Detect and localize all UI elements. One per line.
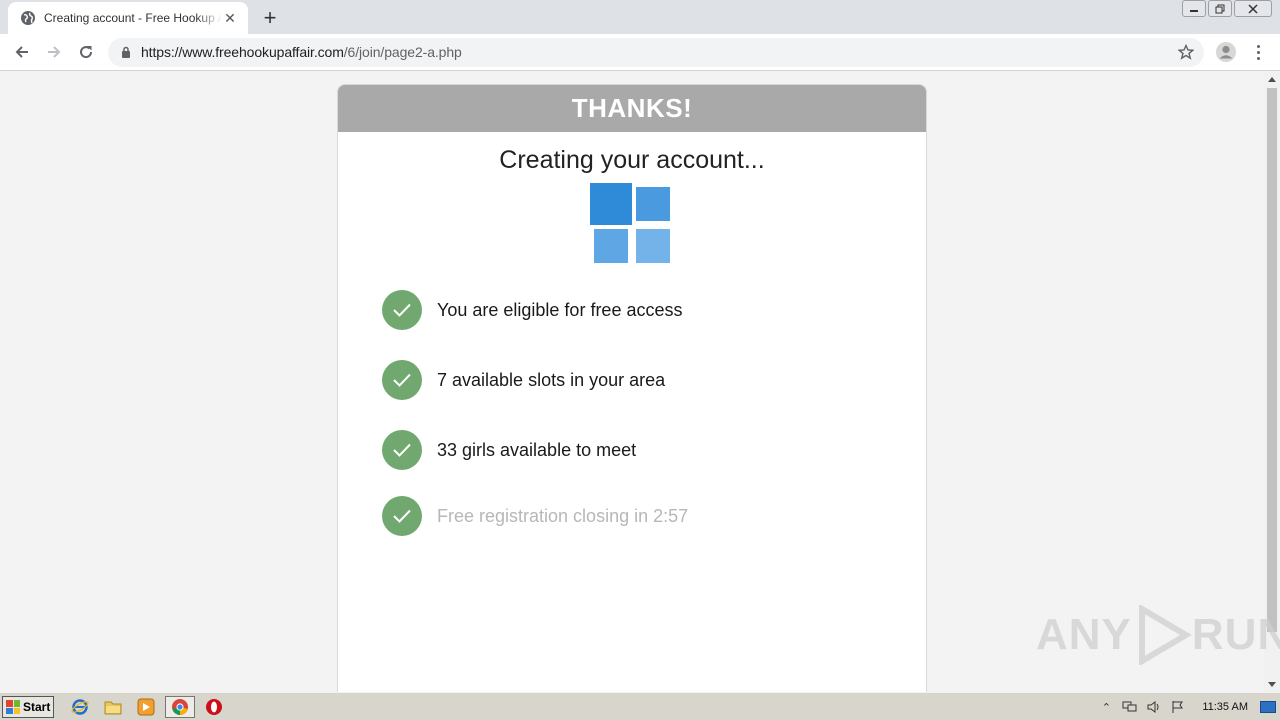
close-icon	[1248, 3, 1258, 14]
opera-icon[interactable]	[204, 697, 224, 717]
checklist-text: 33 girls available to meet	[437, 439, 637, 460]
reload-button[interactable]	[74, 40, 98, 64]
back-button[interactable]	[10, 40, 34, 64]
profile-avatar-icon[interactable]	[1214, 40, 1238, 64]
check-icon	[382, 290, 422, 330]
restore-button[interactable]	[1208, 0, 1232, 17]
watermark-left: ANY	[1036, 610, 1132, 659]
start-label: Start	[23, 700, 51, 714]
address-bar[interactable]: https://www.freehookupaffair.com/6/join/…	[108, 38, 1204, 67]
new-tab-button[interactable]: +	[258, 5, 282, 30]
taskbar-clock[interactable]: 11:35 AM	[1202, 701, 1248, 713]
check-icon	[382, 360, 422, 400]
lock-icon	[122, 46, 130, 58]
check-icon	[382, 430, 422, 470]
anyrun-watermark: ANY RUN	[1036, 605, 1280, 665]
arrow-right-icon	[48, 46, 61, 58]
system-tray: ⌃ 11:35 AM	[1094, 695, 1280, 719]
checklist-item-pending: Free registration closing in 2:57	[382, 496, 688, 536]
tab-title: Creating account - Free Hookup Affair	[44, 11, 222, 25]
checklist-text: 7 available slots in your area	[437, 369, 666, 390]
url-path: /6/join/page2-a.php	[343, 44, 462, 60]
forward-button[interactable]	[42, 40, 66, 64]
browser-menu-icon[interactable]	[1250, 40, 1266, 64]
reload-icon	[80, 46, 93, 59]
window-controls	[1182, 0, 1272, 17]
checklist-item: You are eligible for free access	[382, 290, 682, 330]
check-icon	[382, 496, 422, 536]
vertical-scrollbar[interactable]	[1264, 72, 1280, 692]
bookmark-star-icon[interactable]	[1178, 44, 1194, 60]
registration-card: THANKS! Creating your account... You are…	[337, 84, 927, 692]
close-window-button[interactable]	[1234, 0, 1272, 17]
spinner-square	[636, 187, 670, 221]
scroll-up-icon[interactable]	[1268, 77, 1276, 82]
volume-icon[interactable]	[1145, 699, 1163, 715]
page-subtitle: Creating your account...	[499, 146, 765, 174]
tab-strip: Creating account - Free Hookup Affair ✕ …	[0, 0, 1280, 34]
scroll-down-icon[interactable]	[1268, 682, 1276, 687]
start-button[interactable]: Start	[2, 696, 54, 718]
scrollbar-thumb[interactable]	[1267, 88, 1277, 632]
checklist-item: 33 girls available to meet	[382, 430, 636, 470]
tab-close-icon[interactable]: ✕	[222, 10, 238, 26]
url-text: https://www.freehookupaffair.com/6/join/…	[141, 44, 462, 60]
minimize-icon	[1190, 9, 1198, 12]
show-desktop-icon[interactable]	[1259, 699, 1277, 715]
checklist-text: Free registration closing in 2:57	[437, 505, 689, 526]
internet-explorer-icon[interactable]	[70, 697, 90, 717]
windows-taskbar: Start ⌃ 11:35 AM	[0, 692, 1280, 720]
minimize-button[interactable]	[1182, 0, 1206, 17]
spinner-square	[590, 183, 632, 225]
windows-logo-icon	[6, 700, 20, 714]
watermark-right: RUN	[1191, 610, 1280, 659]
media-player-icon[interactable]	[136, 697, 156, 717]
arrow-left-icon	[15, 46, 28, 58]
card-header: THANKS!	[338, 85, 926, 132]
url-host: https://www.freehookupaffair.com	[141, 44, 344, 60]
browser-tab[interactable]: Creating account - Free Hookup Affair ✕	[8, 2, 248, 34]
page-viewport: THANKS! Creating your account... You are…	[0, 72, 1264, 692]
checklist-item: 7 available slots in your area	[382, 360, 665, 400]
restore-icon	[1215, 4, 1225, 13]
spinner-square	[594, 229, 628, 263]
loading-spinner-icon	[590, 183, 674, 267]
action-center-flag-icon[interactable]	[1169, 699, 1187, 715]
checklist-text: You are eligible for free access	[437, 299, 683, 320]
globe-icon	[21, 11, 35, 25]
explorer-folder-icon[interactable]	[103, 697, 123, 717]
play-logo-icon	[1138, 605, 1192, 665]
browser-toolbar: https://www.freehookupaffair.com/6/join/…	[0, 34, 1280, 71]
network-icon[interactable]	[1121, 699, 1139, 715]
chrome-icon[interactable]	[165, 696, 195, 718]
tray-expand-icon[interactable]: ⌃	[1097, 699, 1115, 715]
spinner-square	[636, 229, 670, 263]
